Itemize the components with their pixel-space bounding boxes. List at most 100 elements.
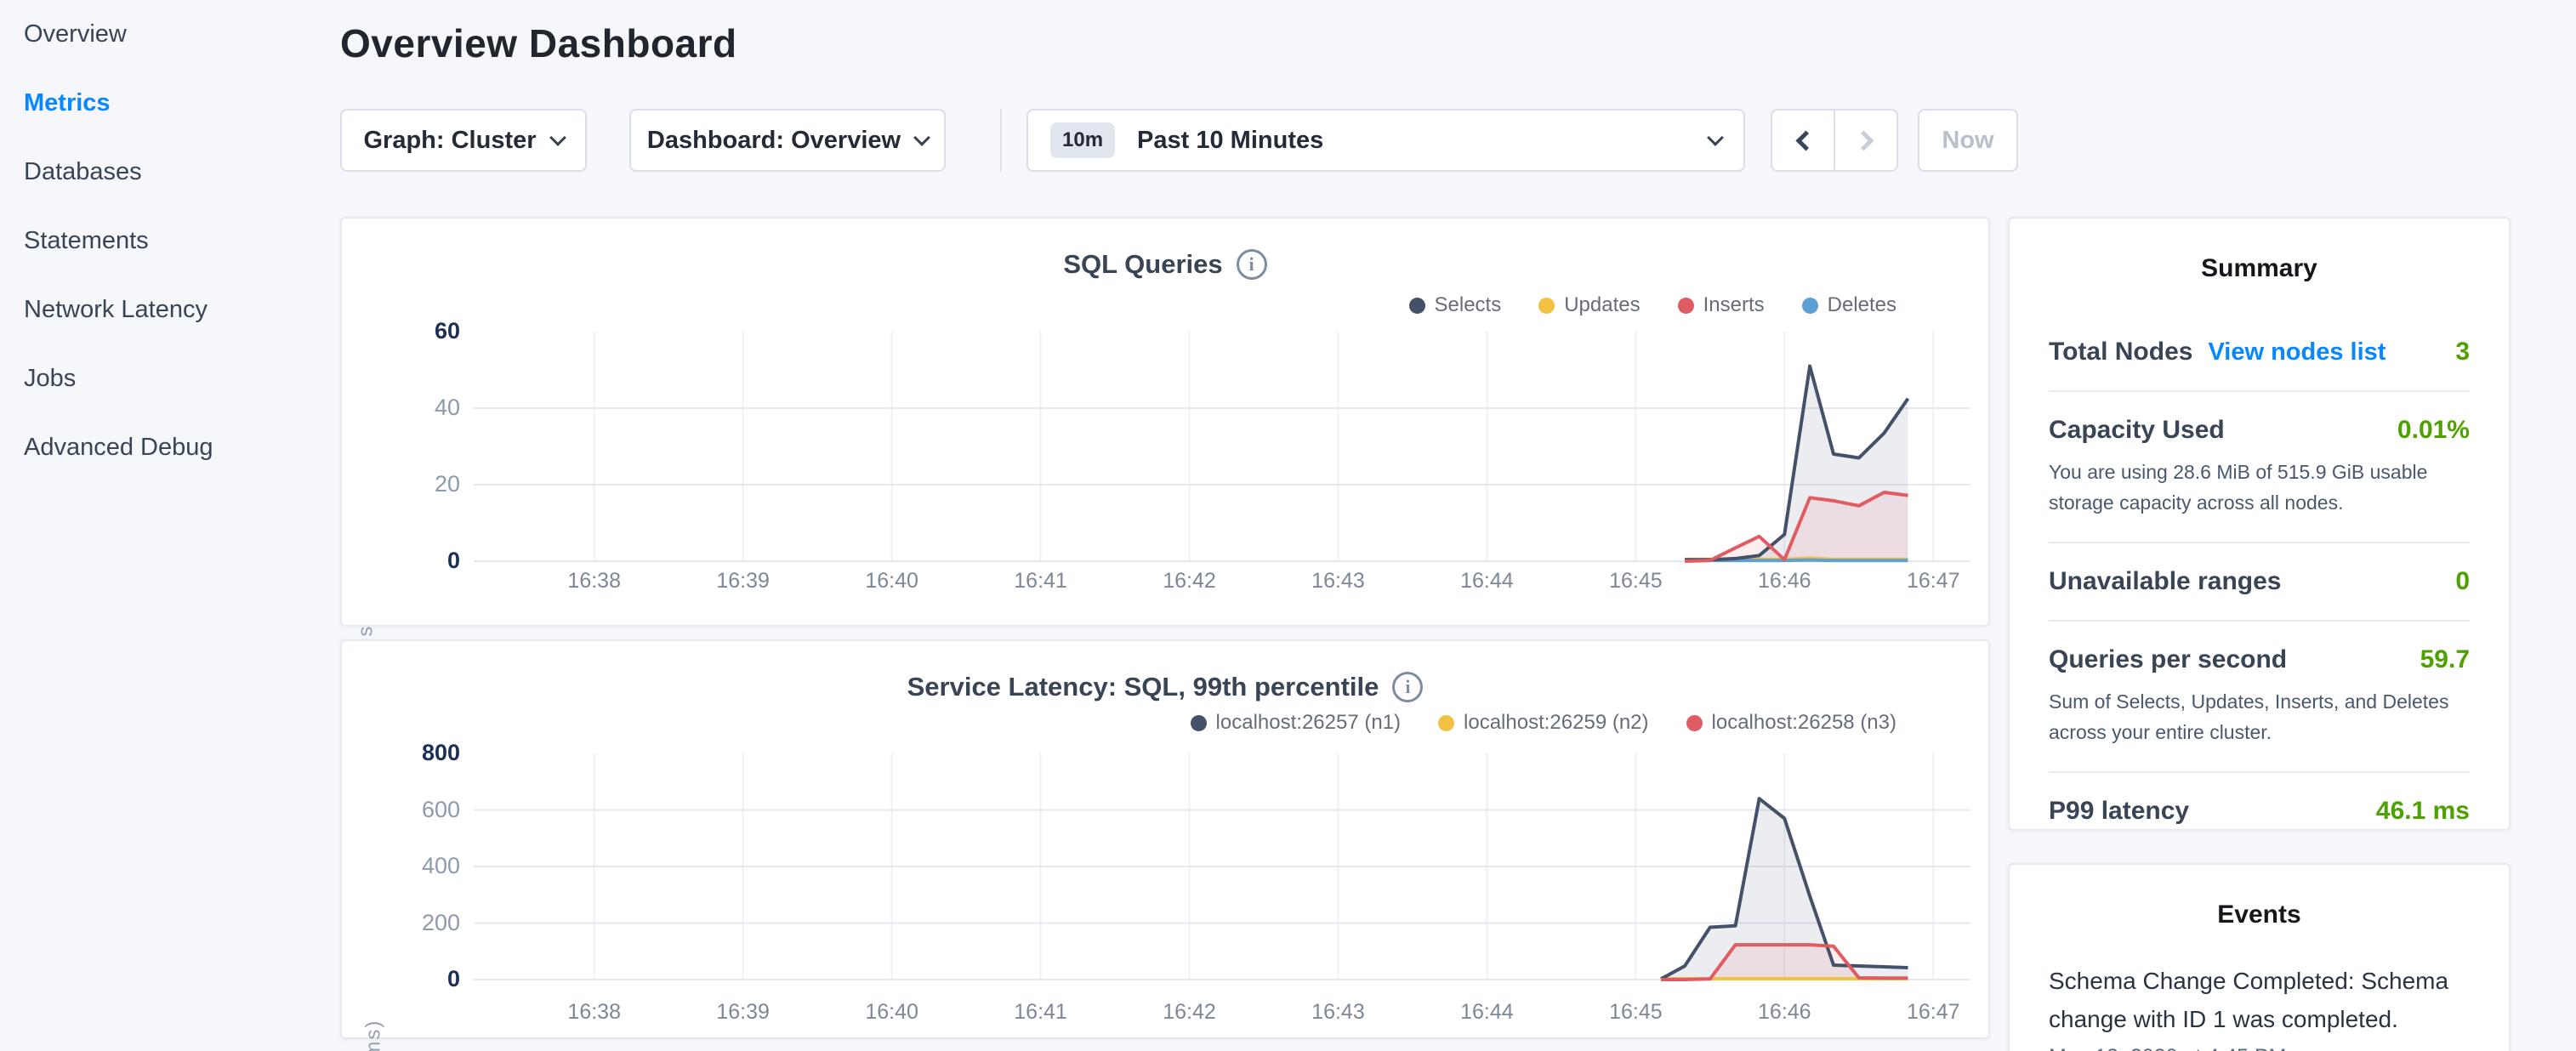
summary-value: 0 <box>2455 567 2470 596</box>
dashboard-dropdown-label: Dashboard: Overview <box>647 127 901 155</box>
time-back-button[interactable] <box>1772 111 1834 170</box>
legend-label: Selects <box>1435 293 1502 317</box>
x-axis-tick: 16:40 <box>845 1000 939 1025</box>
summary-label: Queries per second <box>2049 645 2287 674</box>
events-panel: Events Schema Change Completed: Schema c… <box>2008 863 2511 1051</box>
sidebar-item-advanced-debug[interactable]: Advanced Debug <box>0 413 340 482</box>
x-axis-tick: 16:38 <box>548 1000 641 1025</box>
sql-queries-chart-card: SQL Queries i Selects Updates Inserts Delet… <box>340 217 1990 627</box>
app-root: Overview Metrics Databases Statements Ne… <box>0 0 2576 1051</box>
event-item[interactable]: Schema Change Completed: Schema change w… <box>2049 962 2470 1038</box>
y-axis-tick: 200 <box>367 910 460 936</box>
toolbar-divider <box>1000 109 1002 172</box>
info-icon[interactable]: i <box>1237 249 1267 280</box>
summary-label: Total Nodes <box>2049 338 2192 366</box>
graph-dropdown[interactable]: Graph: Cluster <box>340 109 587 172</box>
legend-item[interactable]: localhost:26258 (n3) <box>1686 711 1896 735</box>
sidebar-item-statements[interactable]: Statements <box>0 207 340 276</box>
view-nodes-list-link[interactable]: View nodes list <box>2208 338 2386 366</box>
x-axis-tick: 16:42 <box>1143 569 1237 594</box>
legend-dot-icon <box>1191 715 1207 731</box>
legend-label: localhost:26258 (n3) <box>1712 711 1896 735</box>
summary-row-unavailable-ranges: Unavailable ranges 0 <box>2049 542 2470 620</box>
y-axis-label: latency (ms) <box>361 1020 385 1051</box>
now-button-label: Now <box>1942 127 1993 155</box>
x-axis-tick: 16:47 <box>1886 1000 1980 1025</box>
summary-value: 59.7 <box>2420 645 2470 674</box>
y-axis-tick: 400 <box>367 853 460 879</box>
y-axis-tick: 800 <box>367 740 460 766</box>
time-step-buttons <box>1771 109 1898 172</box>
x-axis-tick: 16:43 <box>1291 569 1385 594</box>
x-axis-tick: 16:45 <box>1589 1000 1682 1025</box>
summary-value: 3 <box>2455 338 2470 366</box>
chart-legend: localhost:26257 (n1) localhost:26259 (n2)… <box>1191 711 1896 735</box>
y-axis-tick: 0 <box>367 966 460 992</box>
legend-dot-icon <box>1409 298 1425 314</box>
time-range-label: Past 10 Minutes <box>1137 127 1709 155</box>
legend-item[interactable]: Deletes <box>1802 293 1896 317</box>
legend-dot-icon <box>1438 715 1454 731</box>
time-range-dropdown[interactable]: 10m Past 10 Minutes <box>1026 109 1745 172</box>
time-forward-button[interactable] <box>1834 111 1896 170</box>
legend-label: Inserts <box>1703 293 1765 317</box>
page-title: Overview Dashboard <box>340 20 737 66</box>
sidebar-item-metrics[interactable]: Metrics <box>0 69 340 138</box>
summary-row-total-nodes: Total Nodes View nodes list 3 <box>2049 314 2470 390</box>
x-axis-tick: 16:40 <box>845 569 939 594</box>
legend-dot-icon <box>1802 298 1818 314</box>
y-axis-tick: 60 <box>367 318 460 344</box>
info-icon[interactable]: i <box>1392 672 1423 702</box>
y-axis-tick: 40 <box>367 395 460 421</box>
chart-title: SQL Queries <box>1063 249 1222 280</box>
x-axis-tick: 16:39 <box>697 569 790 594</box>
x-axis-tick: 16:46 <box>1737 569 1831 594</box>
x-axis-tick: 16:46 <box>1737 1000 1831 1025</box>
x-axis-tick: 16:38 <box>548 569 641 594</box>
dashboard-dropdown[interactable]: Dashboard: Overview <box>629 109 946 172</box>
x-axis-tick: 16:45 <box>1589 569 1682 594</box>
chart-plot-area <box>474 746 1970 992</box>
legend-dot-icon <box>1678 298 1694 314</box>
y-axis-tick: 600 <box>367 797 460 823</box>
sidebar-item-jobs[interactable]: Jobs <box>0 344 340 413</box>
x-axis-tick: 16:44 <box>1440 569 1533 594</box>
y-axis-tick: 0 <box>367 548 460 574</box>
legend-item[interactable]: Selects <box>1409 293 1502 317</box>
x-axis-tick: 16:39 <box>697 1000 790 1025</box>
x-axis-tick: 16:41 <box>994 569 1088 594</box>
summary-description: You are using 28.6 MiB of 515.9 GiB usab… <box>2049 457 2470 518</box>
legend-item[interactable]: localhost:26257 (n1) <box>1191 711 1401 735</box>
summary-row-queries-per-second: Queries per second 59.7 Sum of Selects, … <box>2049 620 2470 771</box>
summary-label: Capacity Used <box>2049 416 2225 445</box>
summary-row-capacity-used: Capacity Used 0.01% You are using 28.6 M… <box>2049 390 2470 542</box>
summary-row-p99-latency: P99 latency 46.1 ms <box>2049 771 2470 849</box>
chart-header: Service Latency: SQL, 99th percentile i <box>342 672 1988 702</box>
summary-panel: Summary Total Nodes View nodes list 3 Ca… <box>2008 217 2511 831</box>
sidebar-item-network-latency[interactable]: Network Latency <box>0 276 340 344</box>
now-button[interactable]: Now <box>1918 109 2018 172</box>
sidebar-item-databases[interactable]: Databases <box>0 138 340 207</box>
events-title: Events <box>2049 900 2470 929</box>
legend-label: Updates <box>1564 293 1640 317</box>
legend-dot-icon <box>1538 298 1555 314</box>
summary-label: P99 latency <box>2049 797 2189 826</box>
legend-label: localhost:26259 (n2) <box>1464 711 1648 735</box>
legend-item[interactable]: localhost:26259 (n2) <box>1438 711 1648 735</box>
service-latency-chart-card: Service Latency: SQL, 99th percentile i … <box>340 639 1990 1039</box>
legend-item[interactable]: Updates <box>1538 293 1640 317</box>
sidebar-item-overview[interactable]: Overview <box>0 0 340 69</box>
summary-value: 46.1 ms <box>2376 797 2470 826</box>
x-axis-tick: 16:43 <box>1291 1000 1385 1025</box>
y-axis-tick: 20 <box>367 471 460 497</box>
summary-title: Summary <box>2049 254 2470 283</box>
chevron-left-icon <box>1795 130 1816 151</box>
summary-label: Unavailable ranges <box>2049 567 2281 596</box>
summary-value: 0.01% <box>2397 416 2470 445</box>
chevron-down-icon <box>1707 129 1724 146</box>
x-axis-tick: 16:41 <box>994 1000 1088 1025</box>
chevron-right-icon <box>1853 130 1874 151</box>
legend-item[interactable]: Inserts <box>1678 293 1765 317</box>
chart-legend: Selects Updates Inserts Deletes <box>1409 293 1897 317</box>
sidebar: Overview Metrics Databases Statements Ne… <box>0 0 340 1051</box>
